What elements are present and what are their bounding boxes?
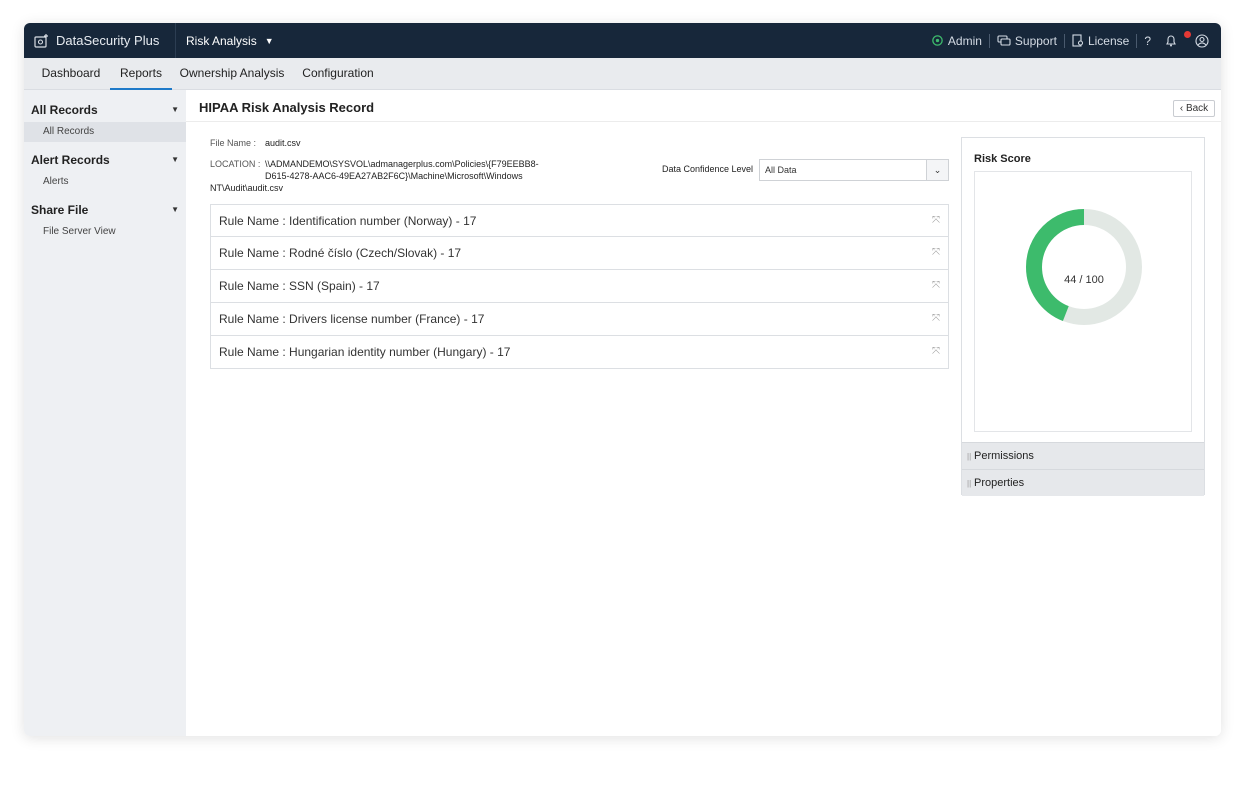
topbar-divider [175, 23, 176, 58]
license-icon [1072, 34, 1083, 47]
page-title: HIPAA Risk Analysis Record [199, 100, 375, 115]
back-label: Back [1185, 103, 1209, 114]
file-name-label: File Name : [210, 138, 257, 148]
sidebar-section-title: All Records [31, 103, 98, 117]
admin-label: Admin [947, 33, 982, 48]
license-link[interactable]: License [1065, 34, 1136, 48]
rule-row[interactable]: Rule Name : Identification number (Norwa… [210, 204, 949, 237]
risk-score-value: 44 / 100 [1064, 274, 1104, 286]
rule-name: Rule Name : Rodné číslo (Czech/Slovak) -… [219, 246, 462, 260]
help-icon: ? [1144, 33, 1151, 48]
caret-down-icon: ▼ [171, 105, 179, 114]
caret-down-icon: ▼ [171, 155, 179, 164]
admin-gear-icon [932, 35, 943, 46]
user-profile-button[interactable] [1188, 33, 1213, 48]
risk-score-donut [1026, 209, 1142, 325]
expand-icon[interactable]: ⤧ [932, 303, 940, 335]
module-name: Risk Analysis [186, 33, 257, 48]
chevron-down-icon[interactable]: ⌄ [926, 160, 948, 180]
chevron-left-icon: ‹ [1179, 103, 1184, 114]
rule-name: Rule Name : Hungarian identity number (H… [219, 345, 511, 359]
grip-icon: || [967, 452, 972, 461]
help-link[interactable]: ? [1137, 34, 1158, 48]
admin-link[interactable]: Admin [924, 34, 989, 48]
properties-accordion[interactable]: || Properties [962, 469, 1204, 496]
top-bar: DataSecurity Plus Risk Analysis ▼ Admin [24, 23, 1221, 58]
rule-row[interactable]: Rule Name : Hungarian identity number (H… [210, 336, 949, 369]
permissions-accordion[interactable]: || Permissions [962, 442, 1204, 469]
caret-down-icon: ▼ [171, 205, 179, 214]
rule-name: Rule Name : SSN (Spain) - 17 [219, 279, 380, 293]
file-name-value: audit.csv [265, 138, 301, 148]
data-confidence-select[interactable]: All Data ⌄ [759, 159, 949, 181]
brand-name: DataSecurity Plus [56, 33, 160, 48]
tab-dashboard[interactable]: Dashboard [34, 58, 108, 90]
data-confidence-value: All Data [765, 165, 797, 175]
back-button[interactable]: ‹ Back [1173, 100, 1215, 117]
data-confidence-label: Data Confidence Level [662, 164, 754, 174]
expand-icon[interactable]: ⤧ [932, 336, 940, 368]
app-window: DataSecurity Plus Risk Analysis ▼ Admin [24, 23, 1221, 736]
divider [186, 121, 1221, 122]
main-content: HIPAA Risk Analysis Record ‹ Back File N… [186, 90, 1221, 736]
tab-configuration[interactable]: Configuration [296, 58, 380, 90]
rule-row[interactable]: Rule Name : Rodné číslo (Czech/Slovak) -… [210, 237, 949, 270]
app-logo-icon [34, 33, 48, 48]
tab-ownership-analysis[interactable]: Ownership Analysis [176, 58, 288, 90]
module-selector[interactable]: Risk Analysis ▼ [186, 23, 274, 58]
accordion-label: Permissions [974, 450, 1034, 462]
sidebar-item-all-records[interactable]: All Records [24, 122, 186, 142]
sidebar-item-file-server-view[interactable]: File Server View [24, 222, 186, 242]
tab-reports[interactable]: Reports [110, 58, 172, 90]
expand-icon[interactable]: ⤧ [932, 205, 940, 237]
expand-icon[interactable]: ⤧ [932, 270, 940, 302]
brand[interactable]: DataSecurity Plus [34, 23, 159, 58]
user-avatar-icon [1195, 33, 1209, 48]
main-nav: Dashboard Reports Ownership Analysis Con… [24, 58, 1221, 90]
accordion-label: Properties [974, 477, 1025, 489]
sidebar: All Records ▼ All Records Alert Records … [24, 90, 186, 736]
rules-list: Rule Name : Identification number (Norwa… [210, 204, 949, 369]
risk-panel: Risk Score 44 / 100 || Permissions || Pr… [961, 137, 1205, 496]
bell-icon [1166, 35, 1176, 47]
grip-icon: || [967, 479, 972, 488]
expand-icon[interactable]: ⤧ [932, 237, 940, 269]
support-label: Support [1014, 33, 1057, 48]
chevron-down-icon: ▼ [264, 35, 274, 46]
sidebar-item-alerts[interactable]: Alerts [24, 172, 186, 192]
location-line: \\ADMANDEMO\SYSVOL\admanagerplus.com\Pol… [265, 159, 539, 169]
rule-row[interactable]: Rule Name : Drivers license number (Fran… [210, 303, 949, 336]
license-label: License [1087, 33, 1130, 48]
top-right-links: Admin Support License ? [924, 23, 1213, 58]
risk-score-box: 44 / 100 [974, 171, 1192, 432]
sidebar-section-title: Alert Records [31, 153, 110, 167]
notifications-button[interactable] [1158, 31, 1191, 47]
notification-badge [1184, 31, 1191, 38]
rule-name: Rule Name : Identification number (Norwa… [219, 214, 477, 228]
support-link[interactable]: Support [990, 34, 1064, 48]
sidebar-section-share-file[interactable]: Share File ▼ [24, 200, 186, 220]
rule-name: Rule Name : Drivers license number (Fran… [219, 312, 485, 326]
risk-score-title: Risk Score [974, 153, 1031, 165]
location-line: NT\Audit\audit.csv [210, 183, 284, 193]
location-label: LOCATION : [210, 159, 261, 169]
rule-row[interactable]: Rule Name : SSN (Spain) - 17 ⤧ [210, 270, 949, 303]
location-line: D615-4278-AAC6-49EA27AB2F6C}\Machine\Mic… [265, 171, 523, 181]
sidebar-section-alert-records[interactable]: Alert Records ▼ [24, 150, 186, 170]
sidebar-section-title: Share File [31, 203, 89, 217]
chat-icon [997, 34, 1011, 46]
sidebar-section-all-records[interactable]: All Records ▼ [24, 100, 186, 120]
